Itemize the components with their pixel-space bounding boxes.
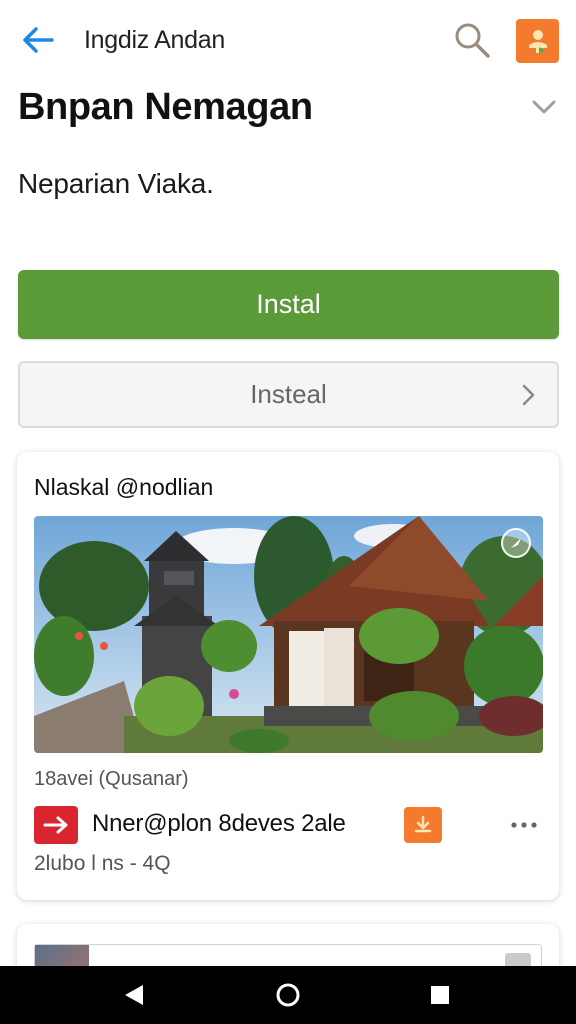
share-icon [528, 30, 547, 54]
system-navigation-bar [0, 966, 576, 1024]
install-button[interactable]: Instal [18, 270, 559, 339]
arrow-left-icon [23, 27, 54, 53]
square-recents-icon [431, 986, 449, 1004]
nav-home-button[interactable] [272, 979, 304, 1011]
search-button[interactable] [450, 18, 494, 62]
download-icon [414, 815, 432, 833]
page-title: Bnpan Nemagan [18, 86, 313, 128]
card-footer: 2lubo l ns - 4Q [34, 852, 171, 875]
card-photo[interactable] [34, 516, 543, 753]
item-action-button[interactable] [404, 807, 442, 843]
card-item-row[interactable]: Nner@plon 8deves 2ale [34, 804, 543, 846]
more-options-button[interactable] [506, 810, 542, 840]
back-button[interactable] [18, 22, 58, 58]
install-secondary-button[interactable]: Insteal [18, 361, 559, 428]
page-subtitle: Neparian Viaka. [18, 168, 214, 199]
content-card: Nlaskal @nodlian 18avei (Qusanar) Nner@p… [17, 452, 559, 900]
search-icon [455, 23, 490, 58]
item-app-icon [34, 806, 78, 844]
circle-home-icon [276, 983, 300, 1007]
chevron-down-icon [532, 100, 556, 114]
photo-illustration [34, 516, 543, 753]
arrow-right-icon [43, 816, 68, 834]
top-app-bar: Ingdiz Andan [0, 0, 576, 80]
chevron-right-icon [522, 384, 535, 406]
triangle-back-icon [125, 985, 143, 1005]
install-button-label: Instal [256, 289, 321, 319]
app-name: Ingdiz Andan [84, 26, 225, 54]
compass-icon [511, 538, 521, 548]
expand-button[interactable] [526, 92, 562, 122]
share-button[interactable] [516, 19, 559, 63]
card-header: Nlaskal @nodlian [34, 474, 214, 500]
nav-recents-button[interactable] [424, 979, 456, 1011]
more-dots-icon [511, 822, 537, 828]
install-secondary-label: Insteal [250, 379, 327, 409]
nav-back-button[interactable] [118, 979, 150, 1011]
photo-edit-badge[interactable] [501, 528, 531, 558]
item-label: Nner@plon 8deves 2ale [92, 810, 346, 837]
card-meta: 18avei (Qusanar) [34, 768, 189, 790]
